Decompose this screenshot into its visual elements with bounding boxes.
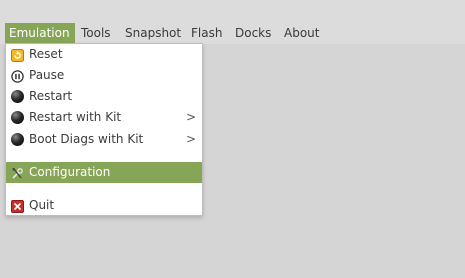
menu-flash-label: Flash [191,26,223,40]
menu-docks[interactable]: Docks [231,23,275,43]
menu-item-pause[interactable]: Pause [6,65,202,86]
menu-item-boot-diags-label: Boot Diags with Kit [29,132,144,146]
menu-item-configuration-label: Configuration [29,165,111,179]
submenu-arrow-icon: > [185,132,196,146]
menu-item-restart-with-kit-label: Restart with Kit [29,110,122,124]
menu-snapshot[interactable]: Snapshot [121,23,185,43]
menu-emulation-label: Emulation [9,26,70,40]
menu-about-label: About [284,26,320,40]
menu-item-pause-label: Pause [29,68,65,82]
menu-item-reset-label: Reset [29,47,63,61]
wrench-screwdriver-icon [11,166,24,179]
menu-about[interactable]: About [280,23,323,43]
pause-icon [11,69,24,83]
menu-bar: Emulation Tools Snapshot Flash Docks Abo… [0,0,465,44]
emulation-dropdown-menu: Reset Pause Restart Restart with Kit > B… [5,43,203,216]
quit-x-icon [11,199,24,213]
submenu-arrow-icon: > [185,110,196,124]
restart-with-kit-ball-icon [11,111,24,124]
menu-item-configuration[interactable]: Configuration [6,162,202,183]
menu-item-quit[interactable]: Quit [6,195,202,216]
menu-emulation[interactable]: Emulation [5,23,75,43]
menu-item-reset[interactable]: Reset [6,44,202,65]
app-window: Emulation Tools Snapshot Flash Docks Abo… [0,0,465,278]
boot-ball-icon [11,133,24,146]
menu-separator [6,152,202,162]
menu-docks-label: Docks [235,26,272,40]
menu-item-boot-diags-with-kit[interactable]: Boot Diags with Kit > [6,129,202,150]
menu-tools[interactable]: Tools [77,23,115,43]
menu-item-quit-label: Quit [29,198,55,212]
menu-item-restart[interactable]: Restart [6,86,202,107]
menu-tools-label: Tools [81,26,111,40]
menu-snapshot-label: Snapshot [125,26,182,40]
menu-item-restart-label: Restart [29,89,73,103]
restart-ball-icon [11,90,24,103]
reset-icon [11,48,24,62]
menu-item-restart-with-kit[interactable]: Restart with Kit > [6,107,202,128]
menu-separator [6,183,202,195]
menu-flash[interactable]: Flash [187,23,226,43]
